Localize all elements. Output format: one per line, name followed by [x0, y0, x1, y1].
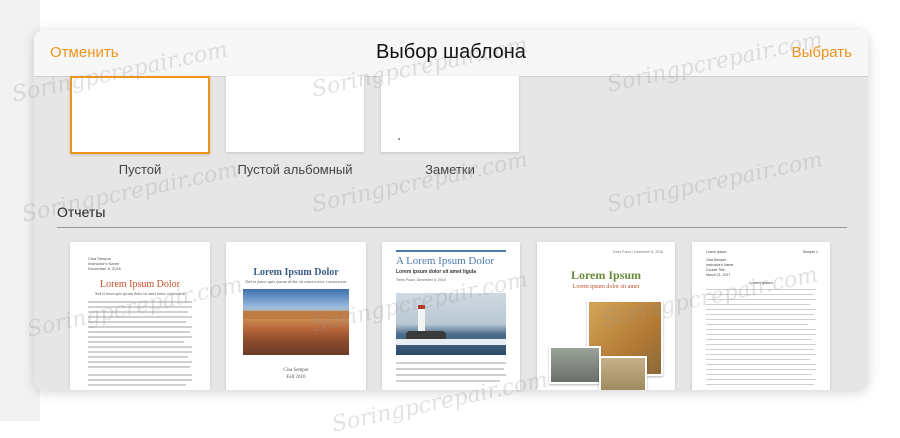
text-line — [88, 311, 188, 313]
section-divider — [57, 227, 847, 228]
notes-dot — [398, 138, 400, 140]
text-line — [706, 349, 814, 350]
text-line — [706, 299, 816, 300]
template-chooser-sheet: Отменить Выбор шаблона Выбрать Пустой Пу… — [34, 30, 868, 390]
text-line — [396, 362, 506, 364]
text-line — [706, 304, 810, 305]
text-line — [396, 368, 504, 370]
text-line — [88, 346, 192, 348]
text-line — [706, 334, 816, 335]
template-notes[interactable] — [381, 76, 519, 152]
template-notes-label: Заметки — [425, 162, 475, 177]
text-line — [88, 326, 192, 328]
report-template-2[interactable]: Lorem Ipsum Dolor Sed et fusce quis ipsu… — [226, 242, 366, 390]
text-line — [706, 369, 816, 370]
t5-course: Course Title — [706, 268, 725, 272]
text-line — [88, 351, 192, 353]
text-line — [88, 331, 190, 333]
report-template-1[interactable]: Cisa Sempre Instructor's Name December 8… — [70, 242, 210, 390]
t3-subtitle: Lorem ipsum dolor sit amet ligula — [396, 269, 477, 275]
report-template-5[interactable]: Lorem Ipsum Semper 1 Cisa Semper Instruc… — [692, 242, 830, 390]
t3-meta: Trees Pourz, December 8, 2016 — [396, 278, 446, 282]
text-line — [88, 366, 190, 368]
page-title: Выбор шаблона — [376, 41, 526, 63]
text-line — [706, 319, 816, 320]
template-blank[interactable] — [70, 76, 210, 154]
text-line — [396, 380, 500, 382]
text-line — [88, 306, 192, 308]
text-line — [706, 384, 814, 385]
t1-title: Lorem Ipsum Dolor — [100, 279, 180, 290]
text-line — [706, 314, 814, 315]
template-blank-landscape[interactable] — [226, 76, 364, 152]
wave — [396, 339, 506, 345]
t5-instructor: Instructor's Name — [706, 263, 734, 267]
t3-lighthouse-image — [396, 293, 506, 355]
t2-date: Fall 2016 — [286, 375, 306, 380]
text-line — [88, 301, 192, 303]
t4-subtitle: Lorem ipsum dolor sit amet — [572, 284, 640, 290]
text-line — [88, 384, 186, 386]
text-line — [706, 374, 812, 375]
text-line — [88, 374, 192, 376]
text-line — [706, 344, 816, 345]
t2-canyon-image — [243, 289, 349, 355]
navigation-bar: Отменить Выбор шаблона Выбрать — [34, 30, 868, 77]
report-template-3[interactable]: A Lorem Ipsum Dolor Lorem ipsum dolor si… — [382, 242, 520, 390]
text-line — [706, 379, 816, 380]
t4-meta: Trees Pourz / December 8, 2016 — [612, 250, 663, 254]
text-line — [706, 339, 812, 340]
text-line — [88, 379, 192, 381]
template-blank-label: Пустой — [118, 162, 162, 177]
t5-date: March 21, 2017 — [706, 273, 731, 277]
report-template-4[interactable]: Trees Pourz / December 8, 2016 Lorem Ips… — [537, 242, 675, 390]
text-line — [706, 289, 816, 290]
canyon-ridge — [243, 311, 349, 319]
text-line — [706, 354, 816, 355]
text-line — [88, 356, 188, 358]
t3-top-rule — [396, 250, 506, 252]
template-blank-landscape-label: Пустой альбомный — [237, 162, 353, 177]
text-line — [706, 364, 816, 365]
t2-author: Cisa Semper — [283, 368, 309, 373]
t1-date: December 8, 2016 — [88, 266, 121, 271]
choose-button[interactable]: Выбрать — [792, 44, 852, 61]
t5-header-left: Lorem Ipsum — [706, 250, 727, 254]
text-line — [88, 336, 192, 338]
text-line — [706, 359, 810, 360]
t5-title: Lorem Ipsum — [749, 280, 773, 285]
t4-elephant-image — [549, 346, 601, 384]
text-line — [706, 324, 808, 325]
t4-title: Lorem Ipsum — [570, 268, 642, 282]
text-line — [88, 321, 186, 323]
t4-meerkat-image — [599, 356, 647, 390]
t5-name: Cisa Semper — [706, 258, 727, 262]
text-line — [88, 316, 192, 318]
text-line — [88, 341, 184, 343]
section-title-reports: Отчеты — [57, 204, 106, 220]
text-line — [706, 294, 814, 295]
t2-subtitle: Sed et fusce quis ipsum dolor sit amet t… — [245, 279, 347, 284]
t2-title: Lorem Ipsum Dolor — [253, 267, 339, 278]
text-line — [396, 374, 506, 376]
t3-title: A Lorem Ipsum Dolor — [396, 255, 495, 267]
t1-subtitle: Sed et fusce quis ipsum dolor sit amet t… — [95, 291, 185, 296]
t5-header-right: Semper 1 — [802, 250, 818, 254]
text-line — [706, 309, 816, 310]
text-line — [706, 329, 816, 330]
text-line — [88, 361, 192, 363]
